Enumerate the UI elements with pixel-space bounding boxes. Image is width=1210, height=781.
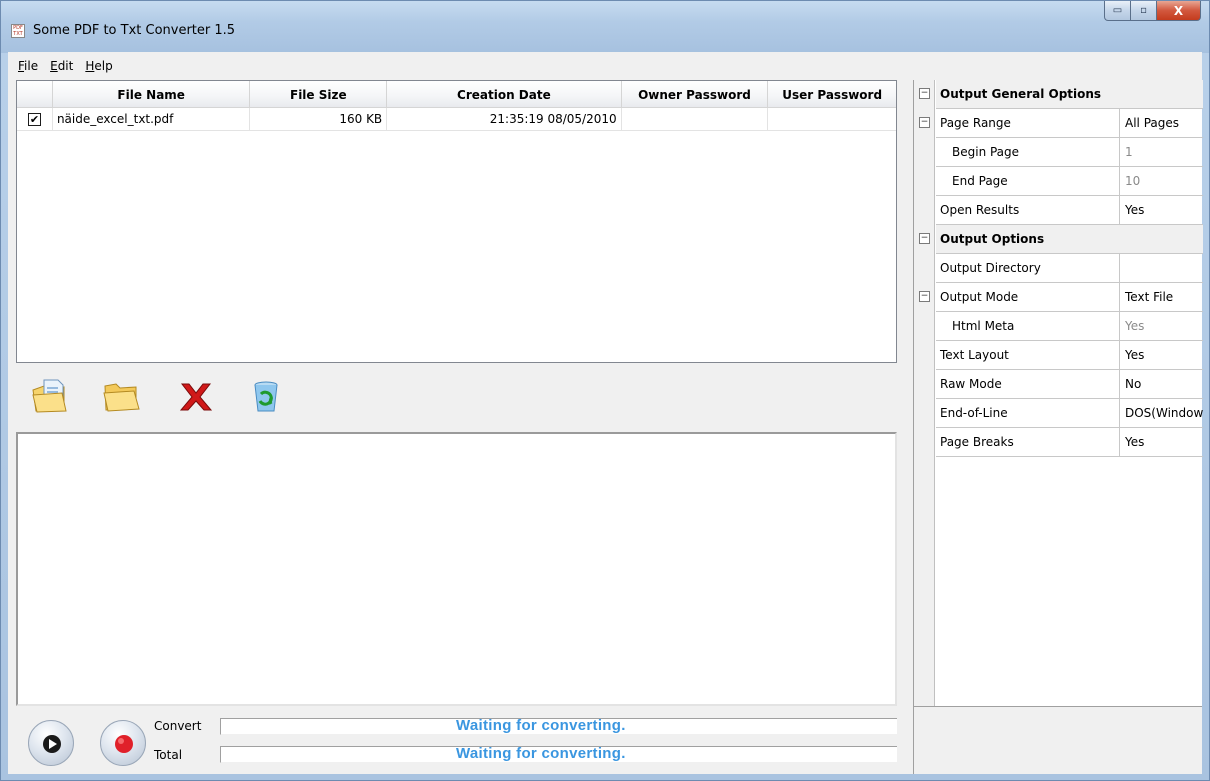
property-value[interactable]: 1: [1120, 138, 1203, 167]
add-file-icon[interactable]: [30, 376, 70, 416]
delete-icon[interactable]: [176, 376, 216, 416]
title-bar[interactable]: PDF TXT Some PDF to Txt Converter 1.5 ▭ …: [1, 1, 1209, 53]
property-value[interactable]: Yes: [1120, 312, 1203, 341]
row-checkbox[interactable]: ✔: [27, 112, 41, 126]
property-value[interactable]: [1120, 254, 1203, 283]
maximize-button[interactable]: ▫: [1131, 1, 1157, 21]
convert-label: Convert: [154, 719, 202, 733]
minimize-button[interactable]: ▭: [1104, 1, 1131, 21]
property-value[interactable]: No: [1120, 370, 1203, 399]
property-description-panel: [913, 706, 1202, 774]
collapse-icon[interactable]: −: [919, 291, 930, 302]
property-value[interactable]: Text File: [1120, 283, 1203, 312]
total-label: Total: [154, 748, 183, 762]
property-end-of-line[interactable]: End-of-Line DOS(Windows): [914, 399, 1203, 428]
log-output-area[interactable]: [16, 432, 897, 706]
property-text-layout[interactable]: Text Layout Yes: [914, 341, 1203, 370]
window-title: Some PDF to Txt Converter 1.5: [33, 23, 236, 38]
owner-password-cell[interactable]: [621, 108, 769, 131]
table-row[interactable]: ✔ näide_excel_txt.pdf 160 KB 21:35:19 08…: [17, 108, 896, 131]
property-name: Html Meta: [936, 312, 1120, 341]
property-name: Output Mode: [936, 283, 1120, 312]
property-raw-mode[interactable]: Raw Mode No: [914, 370, 1203, 399]
property-value[interactable]: All Pages: [1120, 109, 1203, 138]
category-title: Output Options: [936, 225, 1203, 254]
property-html-meta[interactable]: Html Meta Yes: [914, 312, 1203, 341]
table-header: File Name File Size Creation Date Owner …: [17, 81, 896, 108]
property-grid: − Output General Options − Page Range Al…: [913, 80, 1203, 706]
property-value[interactable]: 10: [1120, 167, 1203, 196]
file-name-cell: näide_excel_txt.pdf: [52, 108, 251, 131]
menu-file[interactable]: File: [12, 59, 44, 73]
property-name: Open Results: [936, 196, 1120, 225]
property-page-range[interactable]: − Page Range All Pages: [914, 109, 1203, 138]
total-status-text: Waiting for converting.: [456, 745, 626, 762]
property-name: Output Directory: [936, 254, 1120, 283]
progress-panel: Convert Waiting for converting. Total Wa…: [16, 708, 901, 774]
play-icon: [43, 735, 61, 753]
close-button[interactable]: X: [1157, 1, 1201, 21]
collapse-icon[interactable]: −: [919, 233, 930, 244]
user-password-cell[interactable]: [768, 108, 896, 131]
window-controls: ▭ ▫ X: [1104, 1, 1201, 21]
menu-bar: File Edit Help: [8, 52, 1202, 79]
property-name: End Page: [936, 167, 1120, 196]
property-output-mode[interactable]: − Output Mode Text File: [914, 283, 1203, 312]
file-size-cell: 160 KB: [250, 108, 388, 131]
property-name: Text Layout: [936, 341, 1120, 370]
app-icon: PDF TXT: [11, 24, 25, 38]
splitter[interactable]: [897, 80, 913, 774]
column-header-file-name[interactable]: File Name: [53, 81, 251, 108]
collapse-icon[interactable]: −: [919, 88, 930, 99]
property-name: Page Breaks: [936, 428, 1120, 457]
toolbar: [16, 364, 897, 432]
property-value[interactable]: DOS(Windows): [1120, 399, 1203, 428]
recycle-icon[interactable]: [246, 376, 286, 416]
property-open-results[interactable]: Open Results Yes: [914, 196, 1203, 225]
menu-edit[interactable]: Edit: [44, 59, 79, 73]
category-output-general-options[interactable]: − Output General Options: [914, 80, 1203, 109]
property-end-page[interactable]: End Page 10: [914, 167, 1203, 196]
column-header-owner-password[interactable]: Owner Password: [622, 81, 769, 108]
menu-help[interactable]: Help: [79, 59, 118, 73]
column-header-file-size[interactable]: File Size: [250, 81, 388, 108]
creation-date-cell: 21:35:19 08/05/2010: [387, 108, 622, 131]
property-value[interactable]: Yes: [1120, 428, 1203, 457]
file-list-table[interactable]: File Name File Size Creation Date Owner …: [16, 80, 897, 363]
property-name: Page Range: [936, 109, 1120, 138]
record-icon: [115, 735, 133, 753]
property-name: Raw Mode: [936, 370, 1120, 399]
property-name: Begin Page: [936, 138, 1120, 167]
property-name: End-of-Line: [936, 399, 1120, 428]
row-check-cell: ✔: [17, 108, 53, 131]
category-title: Output General Options: [936, 80, 1203, 109]
start-convert-button[interactable]: [28, 720, 74, 766]
property-value[interactable]: Yes: [1120, 341, 1203, 370]
open-folder-icon[interactable]: [102, 376, 142, 416]
column-header-creation-date[interactable]: Creation Date: [387, 81, 622, 108]
property-output-directory[interactable]: Output Directory: [914, 254, 1203, 283]
property-begin-page[interactable]: Begin Page 1: [914, 138, 1203, 167]
column-header-user-password[interactable]: User Password: [768, 81, 896, 108]
stop-convert-button[interactable]: [100, 720, 146, 766]
category-output-options[interactable]: − Output Options: [914, 225, 1203, 254]
property-value[interactable]: Yes: [1120, 196, 1203, 225]
column-header-check[interactable]: [17, 81, 53, 108]
collapse-icon[interactable]: −: [919, 117, 930, 128]
property-page-breaks[interactable]: Page Breaks Yes: [914, 428, 1203, 457]
convert-status-text: Waiting for converting.: [456, 717, 626, 734]
